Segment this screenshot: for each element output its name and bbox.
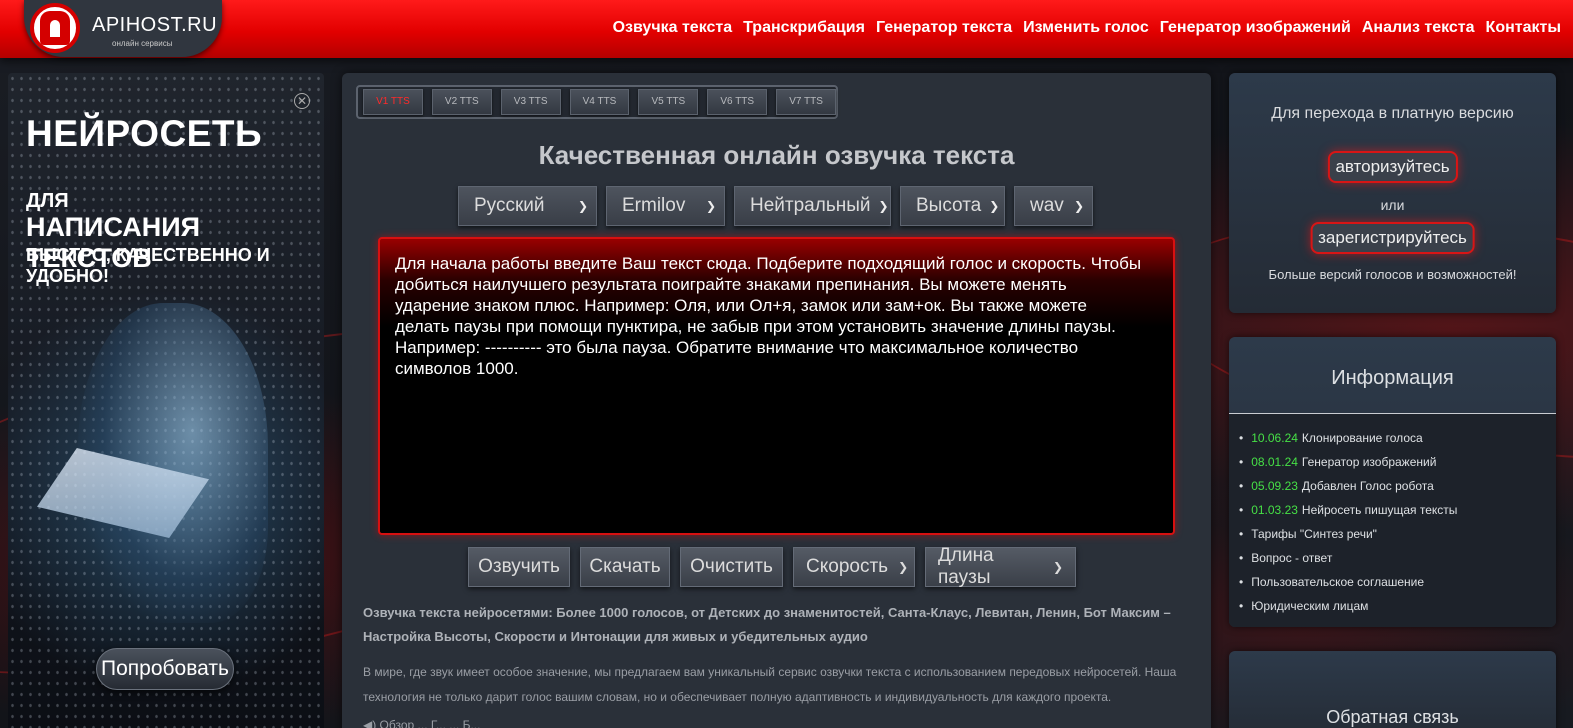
ad-try-button[interactable]: Попробовать xyxy=(96,648,234,690)
paid-version-box: Для перехода в платную версию авторизуйт… xyxy=(1229,73,1556,313)
chevron-down-icon: ❯ xyxy=(898,560,909,574)
chevron-down-icon: ❯ xyxy=(989,199,1000,213)
ad-line: БЫСТРО, КАЧЕСТВЕННО И УДОБНО! xyxy=(26,245,270,286)
info-list: • 10.06.24 Клонирование голоса • 08.01.24 Ге… xyxy=(1239,431,1457,623)
clear-button[interactable]: Очистить xyxy=(680,547,783,587)
info-item-tariffs[interactable]: • Тарифы "Синтез речи" xyxy=(1239,527,1457,551)
tab-v7-tts[interactable]: V7 TTS xyxy=(776,89,837,115)
tab-v6-tts[interactable]: V6 TTS xyxy=(707,89,768,115)
nav-link-tts[interactable]: Озвучка текста xyxy=(613,19,733,37)
info-item-user-agreement[interactable]: • Пользовательское соглашение xyxy=(1239,575,1457,599)
info-item-legal-entities[interactable]: • Юридическим лицам xyxy=(1239,599,1457,623)
info-title: Информация xyxy=(1331,367,1454,389)
nav-link-text-generator[interactable]: Генератор текста xyxy=(876,19,1012,37)
login-button[interactable]: авторизуйтесь xyxy=(1327,151,1458,183)
register-button[interactable]: зарегистрируйтесь xyxy=(1310,222,1475,254)
description-heading: Озвучка текста нейросетями: Более 1000 г… xyxy=(363,605,1171,644)
pause-length-select[interactable]: Длина паузы ❯ xyxy=(925,545,1076,588)
pitch-select[interactable]: Высота ❯ xyxy=(900,186,1005,226)
tts-text-input[interactable]: Для начала работы введите Ваш текст сюда… xyxy=(378,237,1175,535)
voice-select[interactable]: Ermilov ❯ xyxy=(606,186,725,226)
overview-line: ◀) Обзор ... Г... ... Б... xyxy=(363,718,481,728)
speak-button[interactable]: Озвучить xyxy=(468,547,570,587)
feedback-title: Обратная связь xyxy=(1326,707,1459,727)
tab-v1-tts[interactable]: V1 TTS xyxy=(363,89,423,115)
nav-link-image-generator[interactable]: Генератор изображений xyxy=(1160,19,1351,37)
nav-link-contacts[interactable]: Контакты xyxy=(1486,19,1561,37)
nav-link-transcription[interactable]: Транскрибация xyxy=(743,19,865,37)
download-button[interactable]: Скачать xyxy=(580,547,670,587)
brand-tagline: онлайн сервисы xyxy=(112,39,173,48)
main-nav: Озвучка текста Транскрибация Генератор т… xyxy=(613,19,1561,37)
brand-name: APIHOST.RU xyxy=(92,14,218,36)
feedback-box: Обратная связь xyxy=(1229,651,1556,728)
nav-link-voice-changer[interactable]: Изменить голос xyxy=(1023,19,1149,37)
tab-v4-tts[interactable]: V4 TTS xyxy=(569,89,630,115)
chevron-down-icon: ❯ xyxy=(705,199,716,213)
paid-title: Для перехода в платную версию xyxy=(1271,105,1514,122)
info-box: Информация • 10.06.24 Клонирование голоса … xyxy=(1229,337,1556,627)
chevron-down-icon: ❯ xyxy=(878,199,889,213)
site-logo[interactable]: APIHOST.RU онлайн сервисы xyxy=(24,0,222,57)
language-select[interactable]: Русский ❯ xyxy=(458,186,597,226)
info-item-voice-cloning[interactable]: • 10.06.24 Клонирование голоса xyxy=(1239,431,1457,455)
chevron-down-icon: ❯ xyxy=(577,199,588,213)
version-tabs: V1 TTS V2 TTS V3 TTS V4 TTS V5 TTS V6 TT… xyxy=(356,85,838,119)
page-title: Качественная онлайн озвучка текста xyxy=(538,140,1015,170)
emotion-select[interactable]: Нейтральный ❯ xyxy=(734,186,891,226)
info-item-text-writer[interactable]: • 01.03.23 Нейросеть пишущая тексты xyxy=(1239,503,1457,527)
action-buttons: Озвучить Скачать Очистить Скорость ❯ Длин… xyxy=(468,545,1076,588)
tab-v3-tts[interactable]: V3 TTS xyxy=(500,89,561,115)
info-item-image-generator[interactable]: • 08.01.24 Генератор изображений xyxy=(1239,455,1457,479)
info-item-robot-voice[interactable]: • 05.09.23 Добавлен Голос робота xyxy=(1239,479,1457,503)
tab-v5-tts[interactable]: V5 TTS xyxy=(638,89,699,115)
tts-panel: V1 TTS V2 TTS V3 TTS V4 TTS V5 TTS V6 TT… xyxy=(342,73,1211,728)
description-text: В мире, где звук имеет особое значение, … xyxy=(363,665,1177,704)
chevron-down-icon: ❯ xyxy=(1073,199,1084,213)
close-icon[interactable]: ✕ xyxy=(294,93,310,109)
voice-settings: Русский ❯ Ermilov ❯ Нейтральный ❯ Высота ❯ w… xyxy=(458,186,1093,226)
format-select[interactable]: wav ❯ xyxy=(1014,186,1093,226)
logo-mark-icon xyxy=(30,3,80,53)
nav-link-text-analysis[interactable]: Анализ текста xyxy=(1362,19,1475,37)
ad-headline: НЕЙРОСЕТЬ xyxy=(26,113,263,154)
more-versions-text: Больше версий голосов и возможностей! xyxy=(1268,267,1517,282)
tab-v2-tts[interactable]: V2 TTS xyxy=(431,89,492,115)
chevron-down-icon: ❯ xyxy=(1052,560,1063,574)
ad-line: ДЛЯ xyxy=(26,190,69,212)
site-header: APIHOST.RU онлайн сервисы Озвучка текста… xyxy=(0,0,1573,58)
info-item-faq[interactable]: • Вопрос - ответ xyxy=(1239,551,1457,575)
speed-select[interactable]: Скорость ❯ xyxy=(793,547,915,587)
or-label: или xyxy=(1380,197,1405,213)
ad-banner[interactable]: ✕ НЕЙРОСЕТЬ ДЛЯ НАПИСАНИЯ ТЕКСТОВ БЫСТРО… xyxy=(8,73,324,728)
